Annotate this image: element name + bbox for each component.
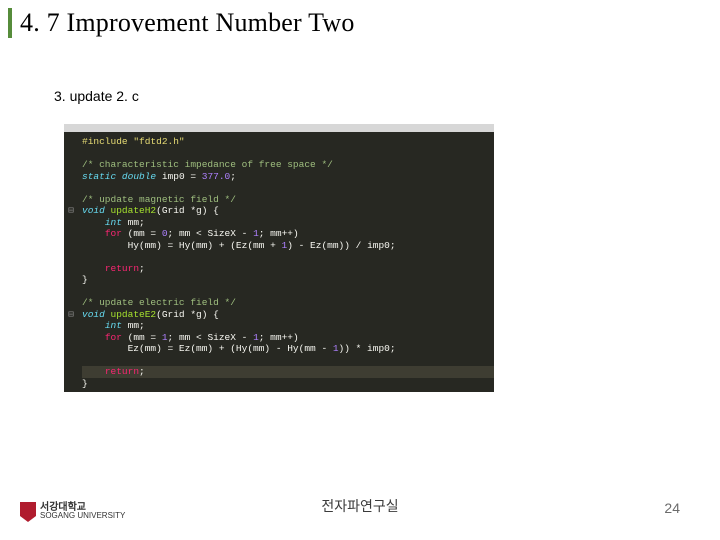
code-line [82, 148, 494, 160]
code-line: /* update electric field */ [82, 297, 494, 309]
slide: 4. 7 Improvement Number Two 3. update 2.… [0, 0, 720, 540]
code-line: for (mm = 0; mm < SizeX - 1; mm++) [82, 228, 494, 240]
footer-center-text: 전자파연구실 [0, 496, 720, 516]
code-gutter: ⊟⊟ [64, 136, 78, 412]
code-line: static double imp0 = 377.0; [82, 171, 494, 183]
title-accent-bar [8, 8, 12, 38]
code-window-titlebar [64, 124, 494, 132]
title-block: 4. 7 Improvement Number Two [8, 8, 355, 38]
code-line: void updateE2(Grid *g) { [82, 309, 494, 321]
code-line: /* characteristic impedance of free spac… [82, 159, 494, 171]
code-line: #include "fdtd2.h" [82, 136, 494, 148]
slide-title: 4. 7 Improvement Number Two [20, 8, 355, 38]
slide-subtitle: 3. update 2. c [54, 88, 139, 104]
code-window: ⊟⊟ #include "fdtd2.h" /* characteristic … [64, 124, 494, 392]
code-line: return; [82, 263, 494, 275]
footer-page-number: 24 [664, 500, 680, 516]
code-line: } [82, 378, 494, 390]
code-line: Ez(mm) = Ez(mm) + (Hy(mm) - Hy(mm - 1)) … [82, 343, 494, 355]
code-line [82, 251, 494, 263]
code-line [82, 182, 494, 194]
code-line [82, 286, 494, 298]
code-lines: #include "fdtd2.h" /* characteristic imp… [82, 136, 494, 389]
code-body: ⊟⊟ #include "fdtd2.h" /* characteristic … [64, 132, 494, 393]
code-line: void updateH2(Grid *g) { [82, 205, 494, 217]
code-line: return; [82, 366, 494, 378]
code-line [82, 355, 494, 367]
code-line: for (mm = 1; mm < SizeX - 1; mm++) [82, 332, 494, 344]
code-line: Hy(mm) = Hy(mm) + (Ez(mm + 1) - Ez(mm)) … [82, 240, 494, 252]
code-line: } [82, 274, 494, 286]
code-line: int mm; [82, 320, 494, 332]
code-line: int mm; [82, 217, 494, 229]
code-line: /* update magnetic field */ [82, 194, 494, 206]
